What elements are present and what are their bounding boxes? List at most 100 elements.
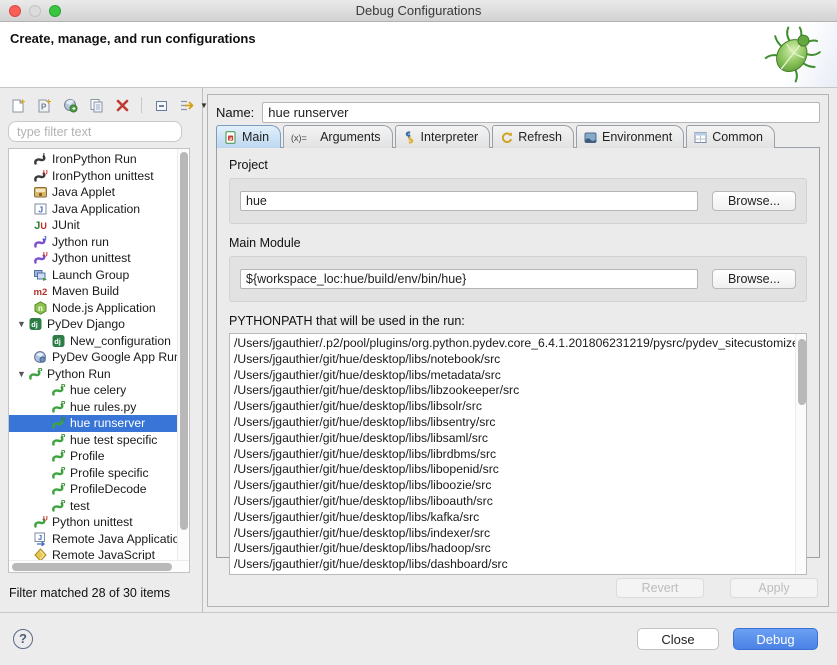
tree-item-hue-celery[interactable]: Phue celery — [9, 382, 177, 399]
tree-item-label: Launch Group — [52, 268, 129, 282]
pythonpath-scrollbar-thumb[interactable] — [798, 339, 806, 405]
tree-item-label: hue runserver — [70, 416, 145, 430]
tree-item-profile-specific[interactable]: PProfile specific — [9, 465, 177, 482]
tree-item-new-configuration[interactable]: djNew_configuration — [9, 333, 177, 350]
titlebar: Debug Configurations — [0, 0, 837, 22]
expand-arrow-icon[interactable]: ▼ — [15, 319, 28, 329]
tree-item-profile[interactable]: PProfile — [9, 448, 177, 465]
tree-item-label: hue rules.py — [70, 400, 136, 414]
tree-item-label: PyDev Django — [47, 317, 125, 331]
pythonpath-entry[interactable]: /Users/jgauthier/git/hue/desktop/libs/me… — [234, 368, 806, 384]
dialog-footer: ? Close Debug — [0, 612, 837, 665]
svg-text:P: P — [61, 466, 66, 473]
filter-launch-configurations-icon[interactable] — [177, 95, 197, 115]
apply-button[interactable]: Apply — [730, 578, 818, 598]
zoom-window-button[interactable] — [49, 5, 61, 17]
tree-item-java-application[interactable]: JJava Application — [9, 201, 177, 218]
revert-button[interactable]: Revert — [616, 578, 704, 598]
tab-arguments[interactable]: (x)=Arguments — [283, 125, 392, 148]
pythonpath-entry[interactable]: /Users/jgauthier/git/hue/desktop/libs/ka… — [234, 510, 806, 526]
tree-item-python-run[interactable]: ▼PPython Run — [9, 366, 177, 383]
tab-main[interactable]: pMain — [216, 125, 281, 148]
tree-item-launch-group[interactable]: Launch Group — [9, 267, 177, 284]
tree-horizontal-scrollbar-thumb[interactable] — [12, 563, 172, 571]
name-input[interactable] — [262, 102, 820, 123]
svg-text:I: I — [43, 153, 45, 160]
tree-item-label: hue celery — [70, 383, 126, 397]
main-module-browse-button[interactable]: Browse... — [712, 269, 796, 289]
svg-text:U: U — [40, 221, 47, 231]
help-icon[interactable]: ? — [13, 629, 33, 649]
remote-java-icon: J — [33, 532, 48, 546]
interpreter-tab-icon — [403, 131, 416, 144]
close-window-button[interactable] — [9, 5, 21, 17]
environment-tab-icon — [584, 131, 597, 144]
pythonpath-entry[interactable]: /Users/jgauthier/git/hue/desktop/libs/li… — [234, 383, 806, 399]
filter-match-status: Filter matched 28 of 30 items — [9, 586, 170, 600]
pythonpath-entry[interactable]: /Users/jgauthier/git/hue/desktop/libs/da… — [234, 557, 806, 573]
pythonpath-entry[interactable]: /Users/jgauthier/git/hue/desktop/libs/li… — [234, 478, 806, 494]
tree-item-python-unittest[interactable]: UPython unittest — [9, 514, 177, 531]
tree-item-hue-rules-py[interactable]: Phue rules.py — [9, 399, 177, 416]
duplicate-launch-configuration-icon[interactable] — [86, 95, 106, 115]
tree-item-ironpython-run[interactable]: IIronPython Run — [9, 151, 177, 168]
svg-text:P: P — [38, 367, 43, 374]
collapse-all-icon[interactable] — [151, 95, 171, 115]
tree-item-java-applet[interactable]: Java Applet — [9, 184, 177, 201]
tree-item-hue-test-specific[interactable]: Phue test specific — [9, 432, 177, 449]
project-group: Browse... — [229, 178, 807, 224]
main-module-input[interactable] — [240, 269, 698, 289]
expand-arrow-icon[interactable]: ▼ — [15, 369, 28, 379]
svg-text:p: p — [229, 136, 232, 141]
tree-item-jython-unittest[interactable]: UJython unittest — [9, 250, 177, 267]
pythonpath-entry[interactable]: /Users/jgauthier/.p2/pool/plugins/org.py… — [234, 336, 806, 352]
pythonpath-entry[interactable]: /Users/jgauthier/git/hue/desktop/libs/li… — [234, 431, 806, 447]
tree-item-node-js-application[interactable]: nNode.js Application — [9, 300, 177, 317]
svg-text:U: U — [43, 516, 48, 523]
python-run-icon: P — [51, 400, 66, 414]
pythonpath-entry[interactable]: /Users/jgauthier/git/hue/desktop/libs/in… — [234, 526, 806, 542]
launch-configurations-sidebar: + P+ ▼ IIronPython RunUIronPython unittest… — [0, 88, 203, 612]
pythonpath-entry[interactable]: /Users/jgauthier/git/hue/desktop/libs/li… — [234, 447, 806, 463]
tree-item-junit[interactable]: JUJUnit — [9, 217, 177, 234]
tree-item-test[interactable]: Ptest — [9, 498, 177, 515]
tab-common[interactable]: Common — [686, 125, 775, 148]
tree-item-label: Jython unittest — [52, 251, 131, 265]
filter-input[interactable] — [8, 121, 182, 142]
pythonpath-entry[interactable]: /Users/jgauthier/git/hue/desktop/libs/li… — [234, 399, 806, 415]
pythonpath-entry[interactable]: /Users/jgauthier/git/hue/desktop/libs/li… — [234, 462, 806, 478]
tree-item-pydev-django[interactable]: ▼djPyDev Django — [9, 316, 177, 333]
svg-text:J: J — [38, 533, 42, 542]
tab-refresh[interactable]: Refresh — [492, 125, 574, 148]
tree-item-ironpython-unittest[interactable]: UIronPython unittest — [9, 168, 177, 185]
project-browse-button[interactable]: Browse... — [712, 191, 796, 211]
common-tab-icon — [694, 131, 707, 144]
new-launch-configuration-icon[interactable]: + — [8, 95, 28, 115]
pythonpath-entry[interactable]: /Users/jgauthier/git/hue/desktop/libs/ha… — [234, 541, 806, 557]
tree-item-hue-runserver[interactable]: Phue runserver — [9, 415, 177, 432]
export-launch-configurations-icon[interactable] — [60, 95, 80, 115]
delete-launch-configuration-icon[interactable] — [112, 95, 132, 115]
python-run-icon: P — [51, 416, 66, 430]
tree-item-remote-java-application[interactable]: JRemote Java Application — [9, 531, 177, 548]
pythonpath-entry[interactable]: /Users/jgauthier/git/hue/desktop/libs/no… — [234, 352, 806, 368]
debug-bug-icon — [740, 22, 837, 87]
pythonpath-entry[interactable]: /Users/jgauthier/git/hue/desktop/libs/li… — [234, 494, 806, 510]
close-button[interactable]: Close — [637, 628, 719, 650]
tree-item-profiledecode[interactable]: PProfileDecode — [9, 481, 177, 498]
tree-item-pydev-google-app-run[interactable]: PyDev Google App Run — [9, 349, 177, 366]
tree-item-jython-run[interactable]: JJython run — [9, 234, 177, 251]
pythonpath-entry[interactable]: /Users/jgauthier/git/hue/desktop/libs/li… — [234, 415, 806, 431]
tree-item-label: JUnit — [52, 218, 80, 232]
tree-vertical-scrollbar — [177, 149, 189, 572]
project-input[interactable] — [240, 191, 698, 211]
new-launch-prototype-icon[interactable]: P+ — [34, 95, 54, 115]
pythonpath-entry[interactable]: /Users/jgauthier/git/hue/desktop/libs/az… — [234, 573, 806, 575]
tab-environment[interactable]: Environment — [576, 125, 684, 148]
tab-interpreter[interactable]: Interpreter — [395, 125, 491, 148]
tab-label: Refresh — [518, 130, 562, 144]
tree-vertical-scrollbar-thumb[interactable] — [180, 152, 188, 530]
tree-item-maven-build[interactable]: m2Maven Build — [9, 283, 177, 300]
minimize-window-button[interactable] — [29, 5, 41, 17]
debug-button[interactable]: Debug — [733, 628, 818, 650]
